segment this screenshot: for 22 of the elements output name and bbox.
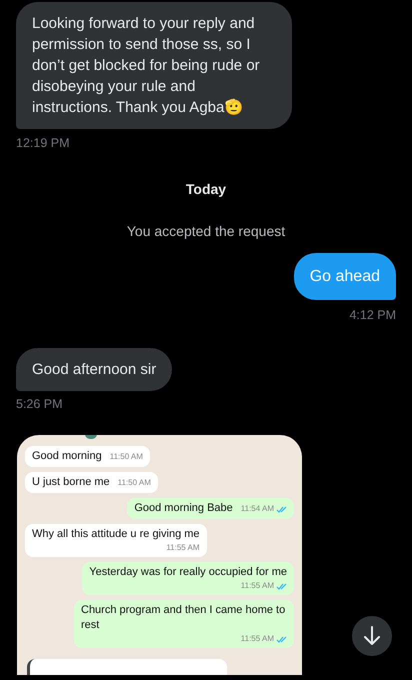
message-time: 11:54 AM xyxy=(240,503,274,515)
message-time: 11:55 AM xyxy=(166,542,200,554)
message-time: 11:55 AM xyxy=(240,580,274,592)
message-time: 11:55 AM xyxy=(240,633,274,645)
message-bubble: Good afternoon sir xyxy=(16,348,172,391)
message-text: Church program and then I came home to rest xyxy=(81,603,286,633)
message-text: U just borne me xyxy=(32,475,110,490)
message-text: Why all this attitude u re giving me xyxy=(32,527,200,542)
message-time: 4:12 PM xyxy=(349,307,396,323)
message-bubble: Looking forward to your reply and permission to send those ss, so I don’t get blocked for being rude or disobeying your rule and instructions. Thank you Agba🫡 xyxy=(16,2,292,129)
message-time: 11:50 AM xyxy=(110,451,143,463)
message-time: 5:26 PM xyxy=(16,396,63,412)
message-text: Good morning xyxy=(32,449,102,464)
date-divider: Today xyxy=(186,180,226,199)
message-bubble: Go ahead xyxy=(294,253,396,300)
message-time: 11:50 AM xyxy=(118,477,151,489)
message-text: Good morning Babe xyxy=(134,501,233,516)
arrow-down-icon xyxy=(363,626,381,646)
message-time: 12:19 PM xyxy=(16,135,70,151)
scroll-down-button[interactable] xyxy=(352,616,392,656)
message-text: Yesterday was for really occupied for me xyxy=(89,565,287,580)
system-notice: You accepted the request xyxy=(126,222,286,241)
